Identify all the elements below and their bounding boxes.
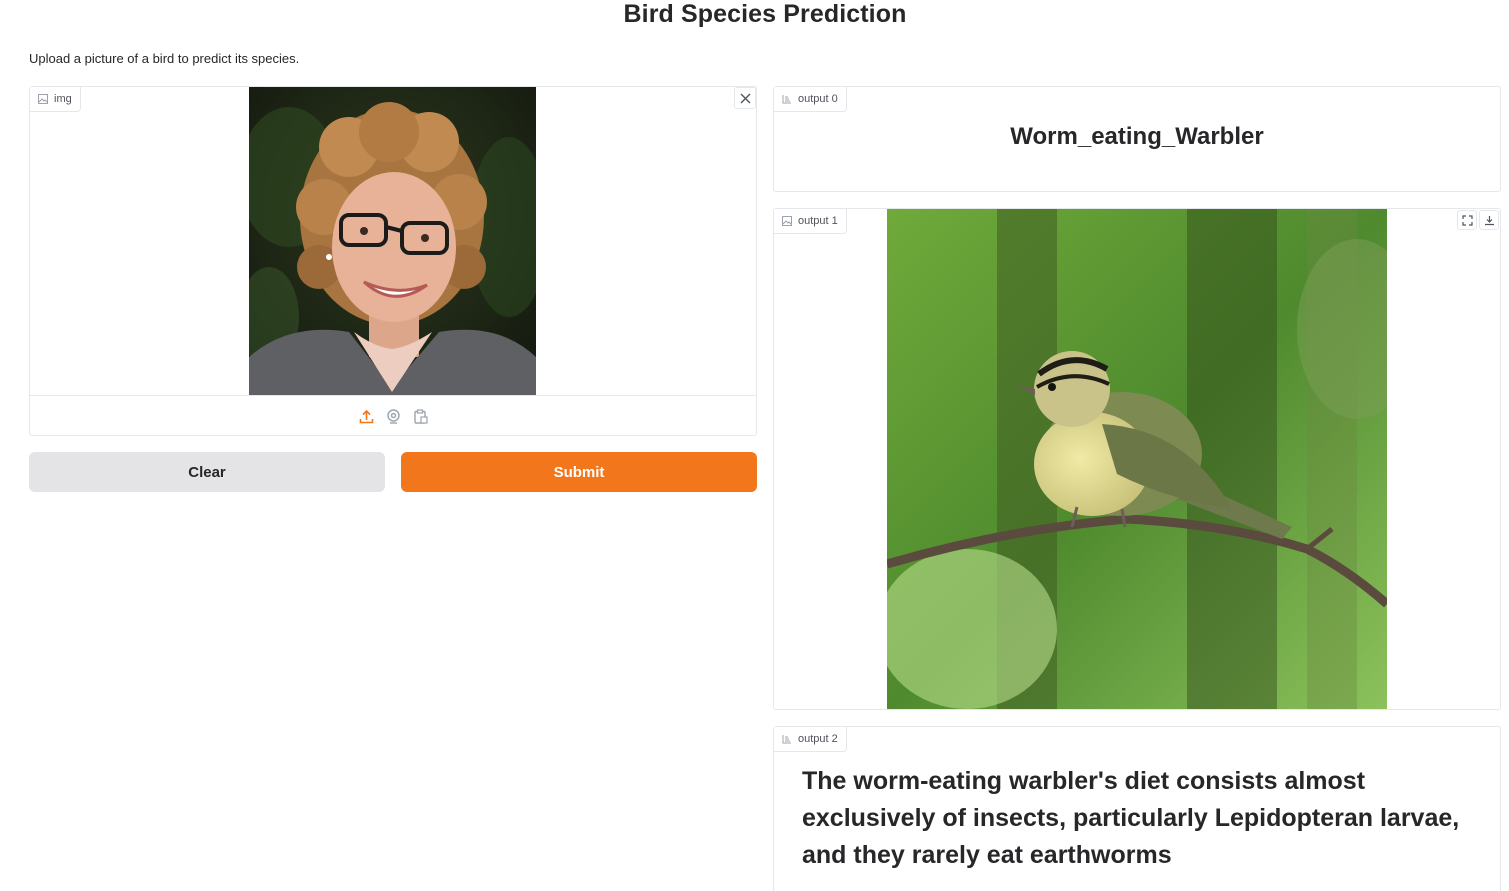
download-icon [1484,215,1494,225]
input-label-chip: img [30,87,81,112]
webcam-icon [386,408,400,424]
image-input-panel[interactable]: img [29,86,757,436]
image-source-bar [30,395,756,436]
input-label: img [54,93,72,105]
clipboard-source-button[interactable] [412,408,429,425]
image-icon [782,216,792,226]
output-0-panel: output 0 Worm_eating_Warbler [773,86,1501,192]
page-description: Upload a picture of a bird to predict it… [29,51,300,66]
text-icon [782,95,791,104]
image-icon [38,94,48,104]
text-icon [782,735,791,744]
clear-button[interactable]: Clear [29,452,385,492]
fullscreen-button[interactable] [1457,210,1477,230]
output-2-panel: output 2 The worm-eating warbler's diet … [773,726,1501,891]
output-1-panel: output 1 [773,208,1501,710]
page-title: Bird Species Prediction [623,0,907,28]
output-1-label: output 1 [798,215,838,227]
uploaded-image [249,87,536,395]
clipboard-icon [413,408,428,424]
upload-source-button[interactable] [358,408,375,425]
output-1-label-chip: output 1 [774,209,847,234]
submit-button[interactable]: Submit [401,452,757,492]
species-description: The worm-eating warbler's diet consists … [802,767,1460,869]
output-0-label-chip: output 0 [774,87,847,112]
clear-image-button[interactable] [734,87,756,109]
bird-image [887,209,1387,709]
predicted-species: Worm_eating_Warbler [1010,123,1264,150]
fullscreen-icon [1461,214,1473,226]
output-2-label-chip: output 2 [774,727,847,752]
webcam-source-button[interactable] [385,408,402,425]
output-2-label: output 2 [798,733,838,745]
upload-icon [359,409,373,423]
close-icon [740,93,750,103]
download-button[interactable] [1479,210,1499,230]
output-0-label: output 0 [798,93,838,105]
